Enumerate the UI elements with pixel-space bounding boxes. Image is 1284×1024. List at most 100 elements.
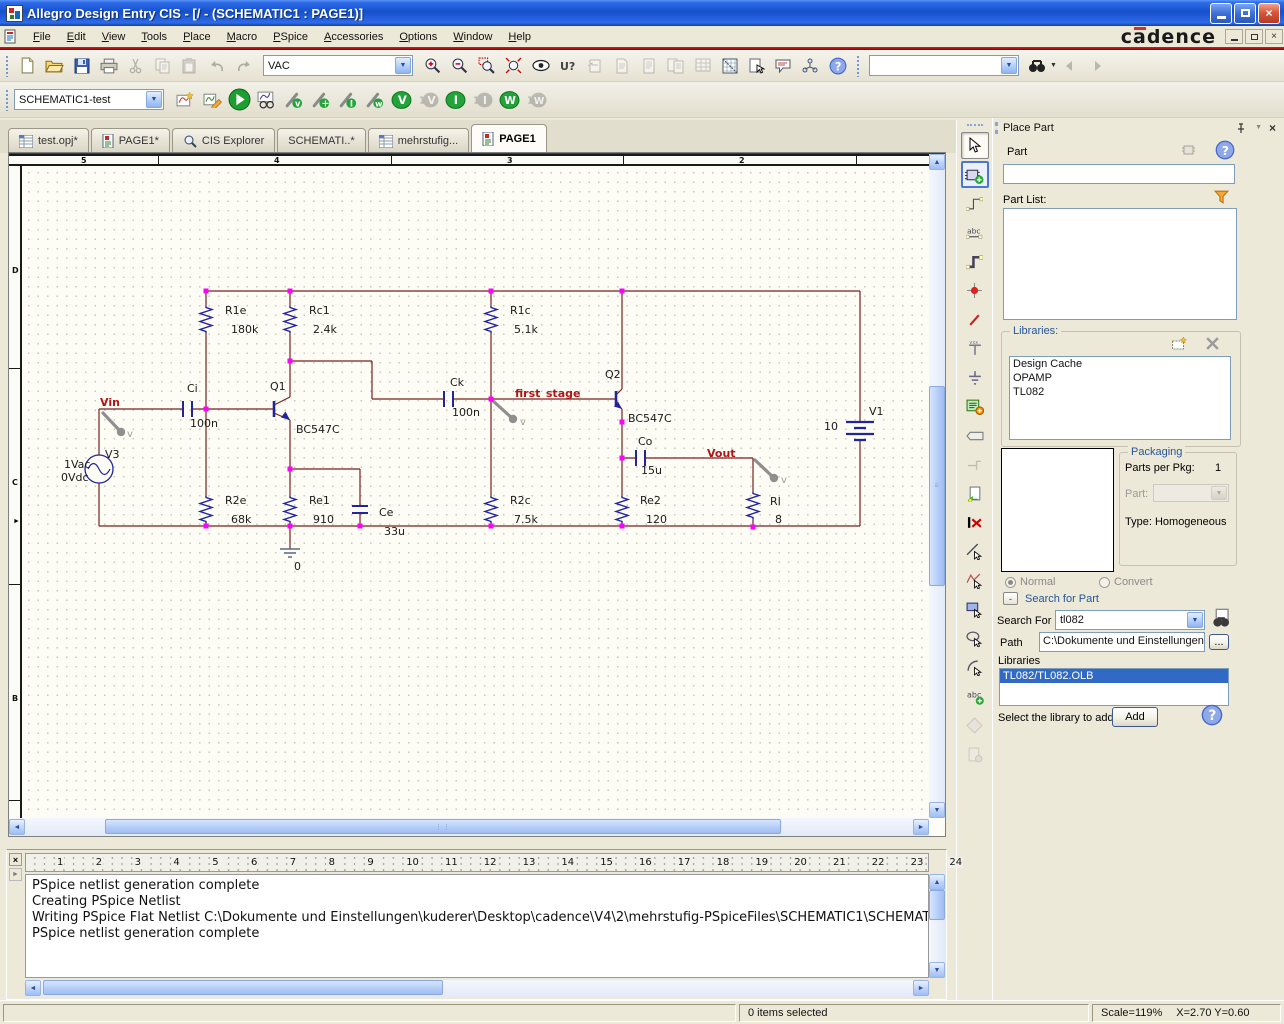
part-combo[interactable]: VAC▼ [263, 55, 413, 76]
voltage-marker-button[interactable]: v [280, 87, 307, 113]
library-item[interactable]: Design Cache [1010, 357, 1230, 371]
tab-schemati[interactable]: SCHEMATI..* [277, 128, 365, 153]
component-label[interactable]: Ck [450, 376, 465, 389]
redo-button[interactable] [230, 53, 257, 79]
place-off-page-connector-button[interactable] [961, 480, 989, 507]
bias-voltage-button[interactable]: V [388, 87, 415, 113]
scroll-down-arrow[interactable]: ▼ [929, 962, 945, 978]
tab-page1[interactable]: PAGE1 [471, 124, 546, 153]
current-marker-button[interactable]: I [334, 87, 361, 113]
bom-button[interactable] [689, 53, 716, 79]
component-label[interactable]: 68k [231, 513, 252, 526]
note-button[interactable] [770, 53, 797, 79]
place-ground-button[interactable] [961, 364, 989, 391]
add-button[interactable]: Add [1112, 707, 1158, 727]
search-for-combo[interactable]: tl082▼ [1055, 610, 1205, 630]
toolbar-grip[interactable] [856, 55, 861, 77]
filter-icon[interactable] [1213, 188, 1230, 205]
new-button[interactable] [14, 53, 41, 79]
component-label[interactable]: 10 [824, 420, 838, 433]
component-label[interactable]: 180k [231, 323, 259, 336]
chevron-down-icon[interactable]: ▼ [395, 57, 411, 74]
place-rectangle-button[interactable] [961, 596, 989, 623]
menu-place[interactable]: Place [175, 29, 219, 45]
panel-close-icon[interactable]: × [1265, 121, 1280, 135]
simulation-profile-combo[interactable]: SCHEMATIC1-test▼ [14, 89, 164, 110]
place-ole-object-button[interactable] [961, 741, 989, 768]
remove-library-icon[interactable] [1205, 336, 1220, 351]
probe-label[interactable]: v [127, 429, 133, 440]
session-log-text[interactable]: PSpice netlist generation completeCreati… [25, 874, 929, 978]
save-button[interactable] [68, 53, 95, 79]
scroll-left-arrow[interactable]: ◄ [9, 819, 25, 835]
zoom-all-button[interactable] [500, 53, 527, 79]
component-label[interactable]: R2e [225, 494, 247, 507]
net-label[interactable]: Vout [707, 447, 736, 460]
menu-tools[interactable]: Tools [133, 29, 175, 45]
place-ellipse-button[interactable] [961, 625, 989, 652]
mdi-restore-button[interactable] [1245, 29, 1263, 44]
open-button[interactable] [41, 53, 68, 79]
paste-button[interactable] [176, 53, 203, 79]
component-label[interactable]: V3 [105, 448, 120, 461]
place-pin-button[interactable] [961, 451, 989, 478]
place-power-button[interactable]: Vxx [961, 335, 989, 362]
libraries-list[interactable]: Design CacheOPAMPTL082 [1009, 356, 1231, 440]
place-hierarchical-block-button[interactable] [961, 393, 989, 420]
zoom-area-button[interactable] [473, 53, 500, 79]
place-bus-button[interactable] [961, 248, 989, 275]
scroll-up-arrow[interactable]: ▲ [929, 154, 945, 170]
hscroll-thumb[interactable]: ⋮⋮ [105, 819, 781, 834]
component-label[interactable]: R2c [510, 494, 531, 507]
menu-view[interactable]: View [94, 29, 134, 45]
place-text-button[interactable]: abc [961, 683, 989, 710]
snap-to-grid-button[interactable] [716, 53, 743, 79]
place-part-icon[interactable] [1181, 142, 1199, 158]
canvas-hscrollbar[interactable]: ◄ ► ⋮⋮ [9, 818, 929, 836]
search-result-item[interactable]: TL082/TL082.OLB [1000, 669, 1228, 683]
component-label[interactable]: BC547C [296, 423, 340, 436]
probe-label[interactable]: v [781, 475, 787, 486]
view-simulation-results-button[interactable] [253, 87, 280, 113]
bias-power-selected-button[interactable]: 1W [523, 87, 550, 113]
place-port-button[interactable] [961, 422, 989, 449]
new-simulation-profile-button[interactable] [172, 87, 199, 113]
hierarchy-button[interactable] [797, 53, 824, 79]
find-button[interactable] [1023, 53, 1050, 79]
component-label[interactable]: Ce [379, 506, 394, 519]
add-library-icon[interactable] [1171, 336, 1188, 352]
scroll-right-arrow[interactable]: ► [913, 980, 929, 996]
scroll-down-arrow[interactable]: ▼ [929, 802, 945, 818]
component-label[interactable]: Rc1 [309, 304, 330, 317]
log-vscrollbar[interactable]: ▲ ▼ [929, 874, 945, 978]
schematic-canvas[interactable]: R1e180kRc12.4kR1c5.1kCi100nCk100nQ1BC547… [24, 168, 929, 818]
tab-page1[interactable]: PAGE1* [91, 128, 170, 153]
bias-power-button[interactable]: W [496, 87, 523, 113]
differential-marker-button[interactable]: + [307, 87, 334, 113]
scroll-right-arrow[interactable]: ► [913, 819, 929, 835]
run-search-icon[interactable] [1211, 608, 1232, 629]
chevron-down-icon[interactable]: ▼ [146, 91, 162, 108]
convert-radio[interactable]: Convert [1099, 576, 1153, 588]
component-label[interactable]: 100n [190, 417, 218, 430]
menu-help[interactable]: Help [500, 29, 539, 45]
normal-radio[interactable]: Normal [1005, 576, 1055, 588]
place-polyline-button[interactable] [961, 567, 989, 594]
component-label[interactable]: Re2 [640, 494, 661, 507]
tab-test-opj[interactable]: test.opj* [8, 128, 89, 153]
vscroll-thumb[interactable] [929, 890, 945, 920]
component-label[interactable]: 7.5k [514, 513, 538, 526]
component-label[interactable]: BC547C [628, 412, 672, 425]
place-net-alias-button[interactable]: abc [961, 219, 989, 246]
component-label[interactable]: 2.4k [313, 323, 337, 336]
toolbar-grip[interactable] [5, 89, 10, 111]
menu-accessories[interactable]: Accessories [316, 29, 391, 45]
toolbar-grip[interactable] [5, 55, 10, 77]
menu-edit[interactable]: Edit [59, 29, 94, 45]
canvas-vscrollbar[interactable]: ▲ ▼ ≡ [929, 154, 945, 818]
component-label[interactable]: RI [770, 495, 781, 508]
browse-button[interactable]: ... [1209, 634, 1229, 650]
edit-simulation-profile-button[interactable] [199, 87, 226, 113]
component-label[interactable]: Q2 [605, 368, 621, 381]
tab-cis-explorer[interactable]: CIS Explorer [172, 128, 275, 153]
